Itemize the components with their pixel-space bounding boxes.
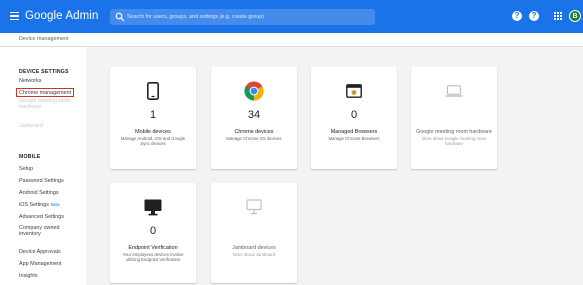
sidebar-item-advanced-settings[interactable]: Advanced Settings xyxy=(19,214,64,220)
jamboard-display-icon xyxy=(246,199,262,215)
breadcrumb-bar: Device management xyxy=(0,33,583,47)
sidebar-item-jamboard: Jamboard xyxy=(19,123,43,129)
chrome-logo-icon xyxy=(244,81,264,101)
managed-browsers-description: Manage Chrome Browsers xyxy=(328,136,380,141)
top-app-bar: Google Admin B xyxy=(0,0,583,33)
card-jamboard-devices[interactable]: Jamboard devices More about Jamboard xyxy=(211,183,297,283)
sidebar: DEVICE SETTINGS Networks Chrome manageme… xyxy=(0,47,86,285)
search-icon[interactable] xyxy=(115,12,125,22)
sidebar-item-meeting-room-hardware: Google meeting room hardware xyxy=(19,98,71,110)
endpoint-verification-title[interactable]: Endpoint Verification xyxy=(110,245,196,251)
support-help-icon[interactable] xyxy=(512,11,522,21)
managed-browsers-count: 0 xyxy=(350,109,358,121)
mobile-phone-icon xyxy=(147,82,159,100)
card-managed-browsers[interactable]: 0 Managed Browsers Manage Chrome Browser… xyxy=(311,67,397,169)
jamboard-devices-description: More about Jamboard xyxy=(232,252,276,257)
device-settings-heading: DEVICE SETTINGS xyxy=(19,69,69,75)
sidebar-item-setup[interactable]: Setup xyxy=(19,166,33,172)
search-bar[interactable] xyxy=(110,9,375,25)
chrome-devices-description: Manage Chrome OS devices xyxy=(226,136,282,141)
apps-grid-icon[interactable] xyxy=(554,12,562,20)
chrome-devices-count: 34 xyxy=(247,109,261,121)
mobile-devices-title[interactable]: Mobile devices xyxy=(110,129,196,135)
account-avatar[interactable]: B xyxy=(569,10,581,22)
help-question-icon[interactable] xyxy=(529,11,539,21)
sidebar-item-device-approvals[interactable]: Device Approvals xyxy=(19,249,61,255)
sidebar-item-networks[interactable]: Networks xyxy=(19,78,41,84)
laptop-icon xyxy=(445,85,463,97)
endpoint-verification-description: Your employees devices involve utilizing… xyxy=(122,252,184,263)
chrome-devices-title[interactable]: Chrome devices xyxy=(211,129,297,135)
ios-settings-label: iOS Settings xyxy=(19,202,49,208)
beta-badge: Beta xyxy=(50,202,60,207)
browser-window-icon xyxy=(346,84,362,98)
app-title[interactable]: Google Admin xyxy=(25,10,98,22)
sidebar-item-android-settings[interactable]: Android Settings xyxy=(19,190,59,196)
card-endpoint-verification[interactable]: 0 Endpoint Verification Your employees d… xyxy=(110,183,196,283)
sidebar-item-app-management[interactable]: App Management xyxy=(19,261,62,267)
meeting-room-hardware-description: More about Google meeting room hardware xyxy=(421,136,487,147)
mobile-devices-description: Manage Android, iOS and Google Sync devi… xyxy=(120,136,186,147)
jamboard-devices-title[interactable]: Jamboard devices xyxy=(211,245,297,251)
meeting-room-hardware-title[interactable]: Google meeting room hardware xyxy=(411,129,497,135)
managed-browsers-title[interactable]: Managed Browsers xyxy=(311,129,397,135)
card-mobile-devices[interactable]: 1 Mobile devices Manage Android, iOS and… xyxy=(110,67,196,169)
sidebar-item-password-settings[interactable]: Password Settings xyxy=(19,178,64,184)
card-chrome-devices[interactable]: 34 Chrome devices Manage Chrome OS devic… xyxy=(211,67,297,169)
mobile-devices-count: 1 xyxy=(149,109,157,121)
sidebar-item-company-owned-inventory[interactable]: Company owned inventory xyxy=(19,225,81,238)
sidebar-item-ios-settings[interactable]: iOS Settings Beta xyxy=(19,202,60,208)
sidebar-item-insights[interactable]: Insights xyxy=(19,273,38,279)
desktop-monitor-icon xyxy=(144,199,162,215)
endpoint-verification-count: 0 xyxy=(149,225,157,237)
breadcrumb[interactable]: Device management xyxy=(19,36,68,42)
search-input[interactable] xyxy=(127,9,367,25)
sidebar-item-chrome-management[interactable]: Chrome management xyxy=(16,88,75,97)
card-meeting-room-hardware[interactable]: Google meeting room hardware More about … xyxy=(411,67,497,169)
mobile-heading: MOBILE xyxy=(19,154,41,160)
hamburger-menu-icon[interactable] xyxy=(10,12,19,20)
